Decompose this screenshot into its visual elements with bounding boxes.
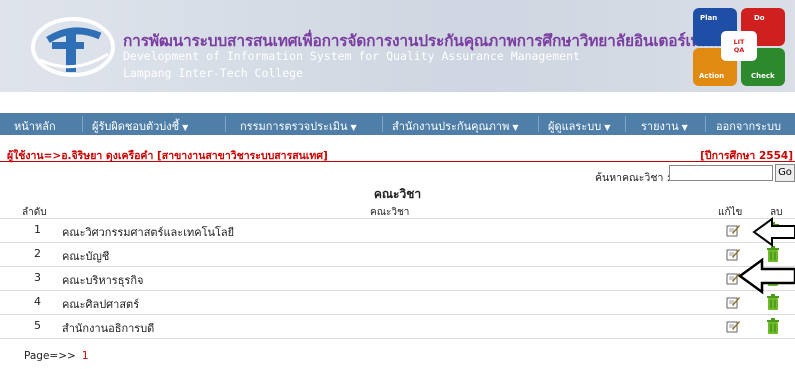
header-banner: การพัฒนาระบบสารสนเทศเพื่อการจัดการงานประ… bbox=[0, 0, 795, 92]
edit-icon[interactable] bbox=[726, 319, 740, 333]
table-row: 2 คณะบัญชี bbox=[0, 243, 795, 267]
page-title: คณะวิชา bbox=[373, 187, 422, 201]
row-number: 1 bbox=[34, 223, 41, 236]
table-row: 4 คณะศิลปศาสตร์ bbox=[0, 291, 795, 315]
pdca-center-badge: LIT QA bbox=[721, 31, 757, 61]
nav-logout[interactable]: ออกจากระบบ bbox=[716, 117, 781, 135]
nav-admin[interactable]: ผู้ดูแลระบบ ▼ bbox=[548, 117, 610, 135]
chevron-down-icon: ▼ bbox=[512, 123, 519, 132]
row-number: 3 bbox=[34, 271, 41, 284]
college-name: Lampang Inter-Tech College bbox=[123, 66, 304, 80]
nav-report[interactable]: รายงาน ▼ bbox=[641, 117, 688, 135]
row-number: 4 bbox=[34, 295, 41, 308]
trash-icon[interactable] bbox=[766, 294, 780, 310]
row-name: สำนักงานอธิการบดี bbox=[62, 322, 155, 335]
pagination: Page=>> 1 bbox=[24, 350, 89, 362]
row-name: คณะวิศวกรรมศาสตร์และเทคโนโลยี bbox=[62, 226, 235, 239]
go-button[interactable]: Go bbox=[775, 164, 795, 182]
callout-arrow-icon bbox=[752, 217, 795, 247]
nav-qa-office[interactable]: สำนักงานประกันคุณภาพ ▼ bbox=[392, 117, 519, 135]
search-input[interactable] bbox=[669, 165, 773, 181]
chevron-down-icon: ▼ bbox=[681, 123, 688, 132]
table-row: 5 สำนักงานอธิการบดี bbox=[0, 315, 795, 339]
table-row: 3 คณะบริหารธุรกิจ bbox=[0, 267, 795, 291]
top-strip bbox=[0, 92, 795, 113]
pdca-logo: Plan Do Action Check LIT QA bbox=[693, 8, 785, 86]
row-name: คณะศิลปศาสตร์ bbox=[62, 298, 140, 311]
nav-home[interactable]: หน้าหลัก bbox=[14, 117, 56, 135]
pager-label: Page=>> bbox=[24, 350, 76, 362]
edit-icon[interactable] bbox=[726, 223, 740, 237]
edit-icon[interactable] bbox=[726, 295, 740, 309]
row-number: 2 bbox=[34, 247, 41, 260]
callout-arrow-icon bbox=[738, 257, 795, 295]
trash-icon[interactable] bbox=[766, 318, 780, 334]
row-name: คณะบริหารธุรกิจ bbox=[62, 274, 144, 287]
chevron-down-icon: ▼ bbox=[182, 123, 189, 132]
main-nav: หน้าหลัก ผู้รับผิดชอบตัวบ่งชี้ ▼ กรรมการต… bbox=[0, 113, 795, 135]
system-title-english: Development of Information System for Qu… bbox=[123, 49, 580, 63]
nav-evaluation-committee[interactable]: กรรมการตรวจประเมิน ▼ bbox=[240, 117, 357, 135]
row-name: คณะบัญชี bbox=[62, 250, 110, 263]
search-label: ค้นหาคณะวิชา : bbox=[595, 172, 671, 184]
chevron-down-icon: ▼ bbox=[604, 123, 611, 132]
page-link-1[interactable]: 1 bbox=[82, 350, 89, 362]
college-logo-icon bbox=[31, 17, 115, 77]
row-number: 5 bbox=[34, 319, 41, 332]
nav-indicator-owner[interactable]: ผู้รับผิดชอบตัวบ่งชี้ ▼ bbox=[92, 117, 188, 135]
table-row: 1 คณะวิศวกรรมศาสตร์และเทคโนโลยี bbox=[0, 219, 795, 243]
chevron-down-icon: ▼ bbox=[350, 123, 357, 132]
divider bbox=[0, 161, 795, 162]
